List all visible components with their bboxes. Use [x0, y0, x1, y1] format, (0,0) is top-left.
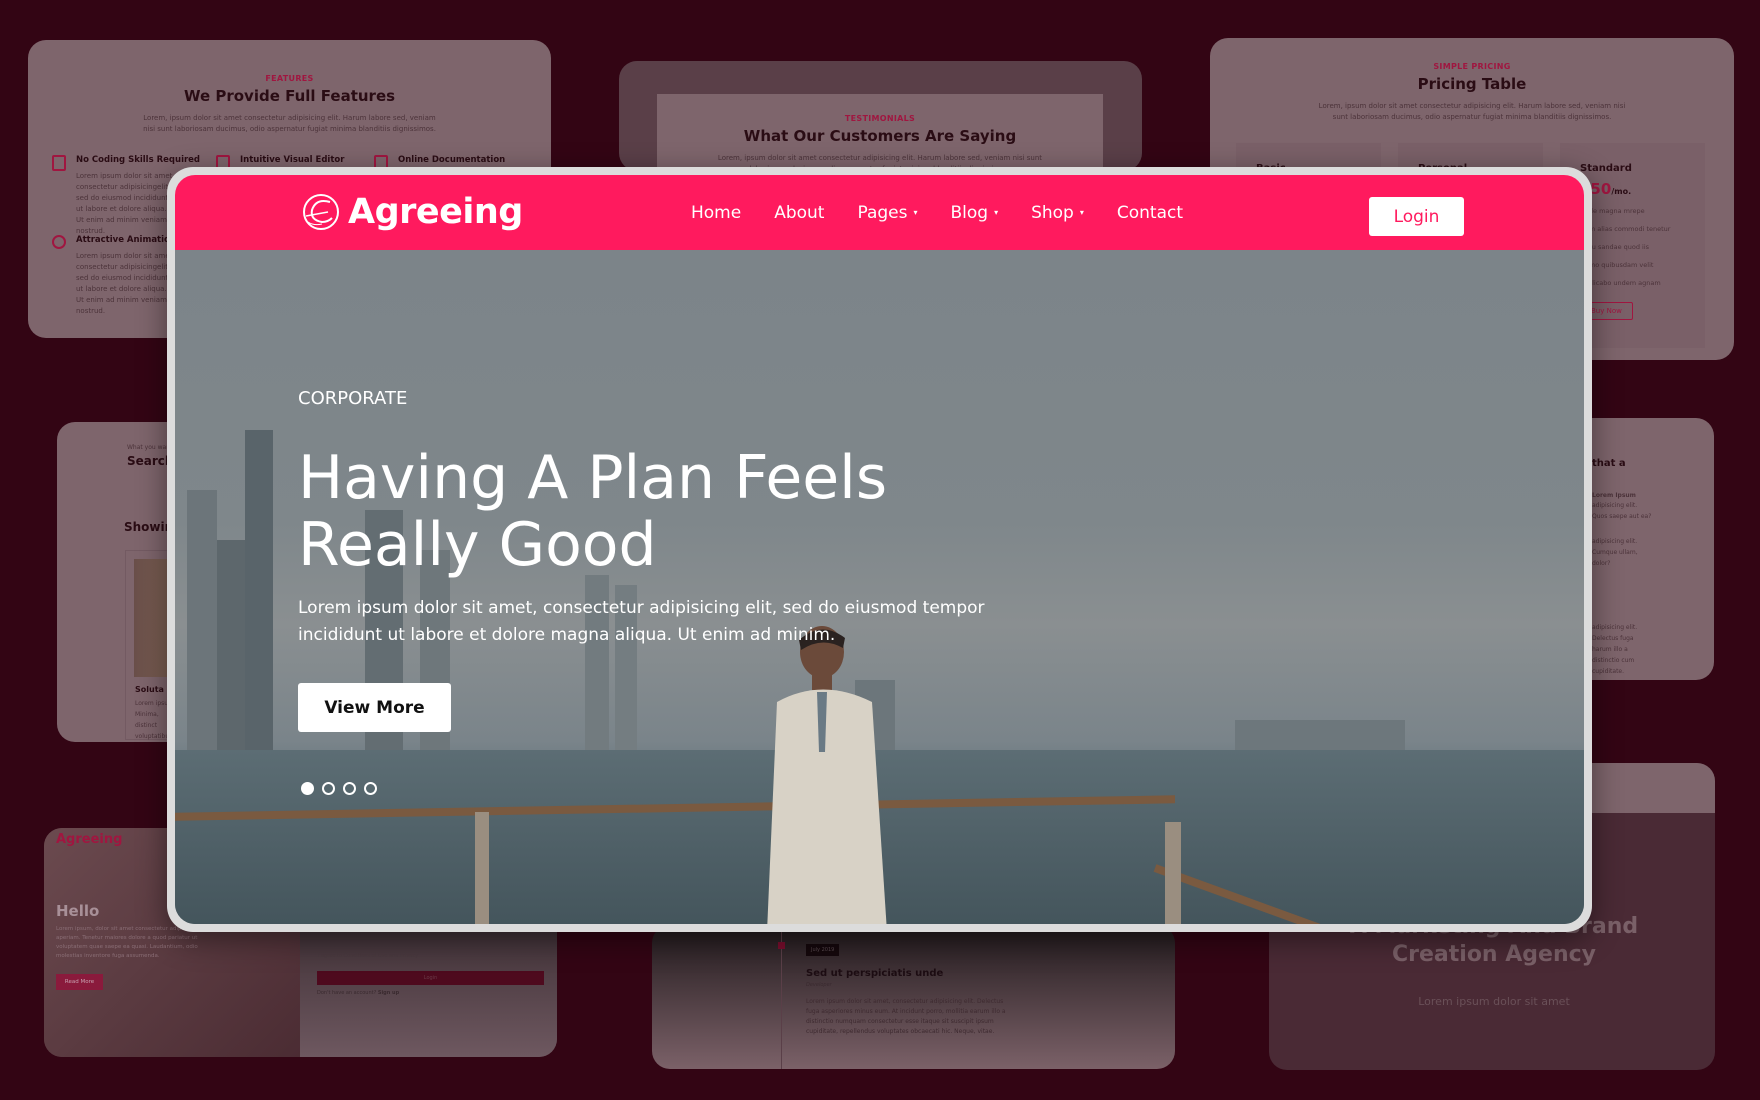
railing-post — [475, 812, 489, 924]
timeline-date: July 2019 — [806, 944, 840, 956]
feature-title: Online Documentation — [398, 155, 506, 165]
faq-answer: adipisicing elit. Quos saepe aut ea? — [1592, 502, 1652, 520]
search-kicker: What you want — [127, 444, 173, 451]
timeline-marker — [778, 942, 785, 949]
faq-answer: adipisicing elit. Cumque ullam, dolor? — [1592, 538, 1638, 567]
navbar: Agreeing Home About Pages ▾ Blog ▾ Shop ▾ C… — [175, 175, 1584, 250]
feature-title: No Coding Skills Required — [76, 155, 201, 165]
plan-feature: Unde magna mrepe — [1580, 207, 1645, 215]
skyline-building — [187, 490, 217, 750]
timeline-title: Sed ut perspiciatis unde — [806, 968, 944, 979]
faq-answer: adipisicing elit. Delectus fuga harum il… — [1592, 624, 1638, 675]
document-icon — [52, 155, 66, 171]
plan-feature: Nemo quibusdam velit — [1580, 261, 1654, 269]
feature-item: Online Documentation — [374, 155, 524, 171]
skyline-building — [245, 430, 273, 750]
agree-checkbox-label: I agree to Conditions of Use and Privacy — [318, 953, 419, 959]
main-nav: Home About Pages ▾ Blog ▾ Shop ▾ Contact — [691, 175, 1216, 250]
nav-home[interactable]: Home — [691, 203, 741, 223]
features-tag: FEATURES — [265, 74, 314, 83]
feature-desc: Lorem ipsum dolor sit amet, consectetur … — [76, 252, 175, 315]
timeline-preview-card: July 2019 Sed ut perspiciatis unde Devel… — [652, 925, 1175, 1069]
agency-desc: Lorem ipsum dolor sit amet — [1418, 995, 1570, 1008]
plan-feature: Nam alias commodi tenetur — [1580, 225, 1671, 233]
feature-item: Intuitive Visual Editor — [216, 155, 366, 171]
plan-feature: Recu sandae quod iis — [1580, 243, 1650, 251]
chevron-down-icon: ▾ — [994, 208, 999, 217]
testimonials-title: What Our Customers Are Saying — [743, 127, 1017, 145]
plan-name: Standard — [1580, 163, 1632, 174]
hero-title: Having A Plan Feels Really Good — [298, 443, 888, 580]
main-browser-window: CORPORATE Having A Plan Feels Really Goo… — [167, 167, 1592, 932]
nav-shop[interactable]: Shop ▾ — [1031, 203, 1084, 223]
plan-feature: Explicabo undem agnam — [1580, 279, 1661, 287]
slide-dot-1[interactable] — [301, 782, 314, 795]
view-more-button[interactable]: View More — [298, 683, 451, 732]
pricing-desc: Lorem, ipsum dolor sit amet consectetur … — [1318, 102, 1626, 121]
hero-description: Lorem ipsum dolor sit amet, consectetur … — [298, 598, 985, 645]
skyline-building — [1235, 720, 1405, 750]
brand-name: Agreeing — [348, 192, 523, 232]
hero-section: CORPORATE Having A Plan Feels Really Goo… — [175, 250, 1584, 924]
signup-link: Sign up — [377, 990, 400, 996]
railing-post — [1165, 822, 1181, 924]
nav-contact[interactable]: Contact — [1117, 203, 1183, 223]
feature-title: Intuitive Visual Editor — [240, 155, 345, 165]
brand-logo[interactable]: Agreeing — [298, 190, 523, 234]
nav-about[interactable]: About — [774, 203, 824, 223]
login-button[interactable]: Login — [1369, 197, 1464, 236]
pricing-title: Pricing Table — [1417, 75, 1527, 93]
logo-swirl-icon — [303, 194, 339, 230]
plan-price: $50/mo. — [1580, 180, 1632, 198]
man-in-suit-photo — [767, 626, 887, 924]
chevron-down-icon: ▾ — [913, 208, 918, 217]
chevron-down-icon: ▾ — [1079, 208, 1084, 217]
read-more-button: Read More — [56, 974, 103, 990]
pricing-tag: SIMPLE PRICING — [1433, 62, 1511, 71]
slider-pagination — [301, 782, 385, 795]
timeline-role: Developer — [806, 982, 832, 988]
faq-title: that a — [1592, 458, 1626, 469]
features-desc: Lorem, ipsum dolor sit amet consectetur … — [143, 114, 436, 133]
features-title: We Provide Full Features — [183, 87, 396, 105]
website-viewport: CORPORATE Having A Plan Feels Really Goo… — [175, 175, 1584, 924]
hello-brand: Agreeing — [56, 832, 123, 847]
signup-prompt: Don't have an account? — [317, 990, 377, 996]
nav-blog[interactable]: Blog ▾ — [951, 203, 999, 223]
slide-dot-4[interactable] — [364, 782, 377, 795]
feature-desc: Lorem ipsum dolor sit amet, consectetur … — [76, 172, 175, 235]
slide-dot-3[interactable] — [343, 782, 356, 795]
testimonials-tag: TESTIMONIALS — [844, 114, 916, 123]
target-icon — [52, 235, 66, 249]
nav-pages[interactable]: Pages ▾ — [857, 203, 917, 223]
hero-tag: CORPORATE — [298, 388, 408, 409]
login-form-button: Login — [317, 971, 544, 985]
timeline-desc: Lorem ipsum dolor sit amet, consectetur … — [806, 998, 1006, 1035]
hello-title: Hello — [56, 902, 100, 920]
testimonials-preview-card: TESTIMONIALS What Our Customers Are Sayi… — [619, 61, 1142, 171]
slide-dot-2[interactable] — [322, 782, 335, 795]
